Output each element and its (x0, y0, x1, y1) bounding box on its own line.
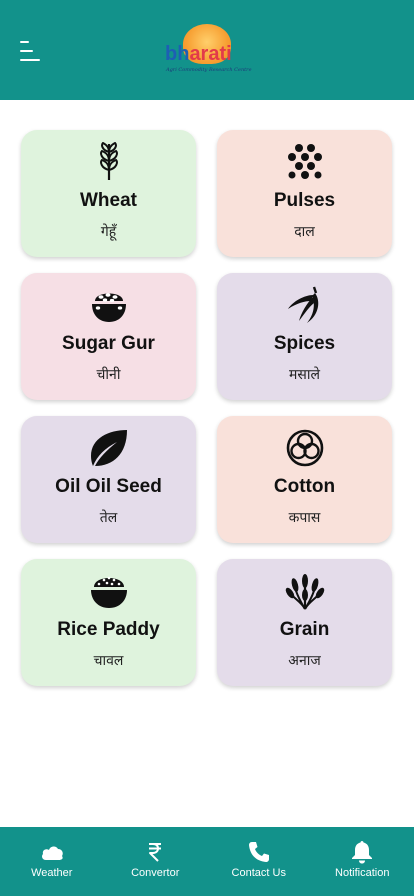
card-title: Spices (273, 333, 336, 354)
card-hindi-label: चीनी (96, 367, 121, 383)
pulses-icon (217, 142, 392, 182)
card-spices[interactable]: Spices मसाले (217, 273, 392, 400)
leaf-icon (21, 428, 196, 468)
card-hindi-label: मसाले (289, 367, 320, 383)
grain-icon (217, 571, 392, 611)
nav-contact-us[interactable]: Contact Us (207, 827, 311, 896)
logo-wordmark: bharati (165, 43, 232, 65)
nav-weather[interactable]: Weather (0, 827, 104, 896)
nav-notification[interactable]: Notification (311, 827, 414, 896)
nav-label: Convertor (131, 867, 180, 879)
bell-icon (311, 839, 414, 865)
phone-icon (207, 839, 311, 865)
cotton-icon (217, 428, 392, 468)
card-sugar-gur[interactable]: Sugar Gur चीनी (21, 273, 196, 400)
card-hindi-label: दाल (294, 224, 315, 240)
card-title: Oil Oil Seed (55, 476, 162, 497)
card-cotton[interactable]: Cotton कपास (217, 416, 392, 543)
card-title: Cotton (273, 476, 336, 497)
card-hindi-label: गेहूँ (100, 224, 117, 240)
cloud-icon (0, 839, 104, 865)
menu-icon[interactable] (20, 40, 42, 62)
card-hindi-label: तेल (99, 510, 118, 526)
wheat-icon (21, 142, 196, 182)
card-oil-seed[interactable]: Oil Oil Seed तेल (21, 416, 196, 543)
card-hindi-label: चावल (93, 653, 124, 669)
card-rice-paddy[interactable]: Rice Paddy चावल (21, 559, 196, 686)
nav-convertor[interactable]: Convertor (104, 827, 208, 896)
card-wheat[interactable]: Wheat गेहूँ (21, 130, 196, 257)
card-hindi-label: कपास (288, 510, 321, 526)
bharati-logo: bharati Agri Commodity Research Centre (163, 22, 252, 78)
card-title: Rice Paddy (57, 619, 160, 640)
card-title: Grain (279, 619, 330, 640)
logo-tagline: Agri Commodity Research Centre (166, 67, 252, 73)
rice-bowl-icon (21, 571, 196, 611)
card-title: Wheat (80, 190, 137, 211)
card-pulses[interactable]: Pulses दाल (217, 130, 392, 257)
card-title: Pulses (273, 190, 336, 211)
card-hindi-label: अनाज (288, 653, 321, 669)
rupee-icon (104, 839, 208, 865)
sugar-bowl-icon (21, 285, 196, 325)
app-root: bharati Agri Commodity Research Centre W… (0, 0, 414, 896)
top-header: bharati Agri Commodity Research Centre (0, 0, 414, 100)
nav-label: Contact Us (231, 867, 286, 879)
card-grain[interactable]: Grain अनाज (217, 559, 392, 686)
bottom-navigation: Weather Convertor Contact Us Notificatio… (0, 827, 414, 896)
chili-icon (217, 285, 392, 325)
card-title: Sugar Gur (62, 333, 155, 354)
nav-label: Notification (335, 867, 390, 879)
nav-label: Weather (31, 867, 73, 879)
